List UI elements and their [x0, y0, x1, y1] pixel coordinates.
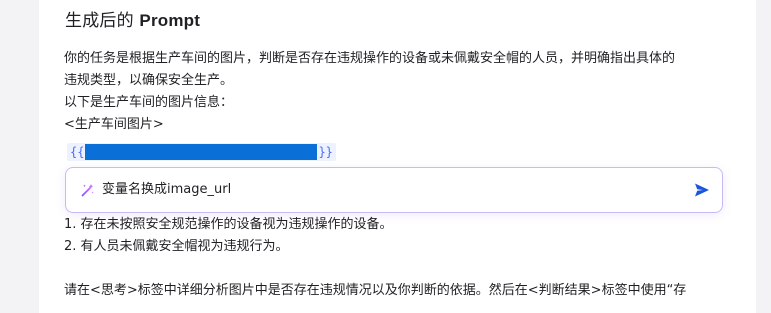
- variable-close-brace: }}: [318, 145, 333, 159]
- magic-wand-icon: [81, 184, 94, 197]
- prompt-line: 1. 存在未按照安全规范操作的设备视为违规操作的设备。: [64, 217, 393, 232]
- prompt-text[interactable]: 你的任务是根据生产车间的图片，判断是否存在违规操作的设备或未佩戴安全帽的人员，并…: [64, 48, 728, 136]
- ai-edit-text: 变量名换成image_url: [102, 182, 232, 197]
- prompt-line: 你的任务是根据生产车间的图片，判断是否存在违规操作的设备或未佩戴安全帽的人员，并…: [64, 51, 676, 66]
- prompt-line: <生产车间图片>: [64, 117, 164, 132]
- panel-title: 生成后的 Prompt: [65, 6, 200, 31]
- variable-token[interactable]: {{ }}: [67, 143, 336, 161]
- variable-selection-highlight[interactable]: [85, 144, 318, 160]
- ai-edit-input[interactable]: 变量名换成image_url: [65, 167, 723, 213]
- send-icon[interactable]: [693, 181, 711, 199]
- prompt-line: [64, 258, 728, 280]
- panel-title-zh: 生成后的: [65, 11, 140, 31]
- panel-title-en: Prompt: [139, 11, 201, 30]
- variable-open-brace: {{: [70, 145, 85, 159]
- prompt-line: 违规类型，以确保安全生产。: [64, 73, 234, 88]
- prompt-line: 2. 有人员未佩戴安全帽视为违规行为。: [64, 239, 289, 254]
- prompt-text-continued[interactable]: 1. 存在未按照安全规范操作的设备视为违规操作的设备。 2. 有人员未佩戴安全帽…: [64, 214, 728, 302]
- prompt-line: 以下是生产车间的图片信息：: [64, 95, 234, 110]
- prompt-line: 请在<思考>标签中详细分析图片中是否存在违规情况以及你判断的依据。然后在<判断结…: [64, 283, 687, 298]
- prompt-panel: 生成后的 Prompt 你的任务是根据生产车间的图片，判断是否存在违规操作的设备…: [39, 0, 756, 313]
